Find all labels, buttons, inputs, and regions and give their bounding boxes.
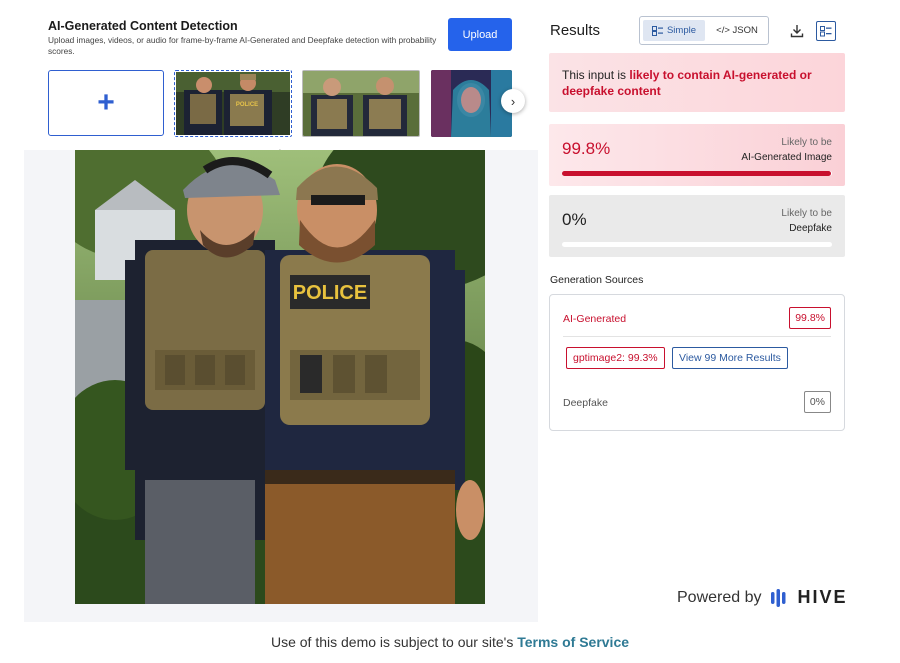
deepfake-score-label: Likely to be Deepfake <box>781 206 832 236</box>
detail-view-button[interactable] <box>816 21 836 41</box>
footer: Use of this demo is subject to our site'… <box>0 634 900 650</box>
ai-score-bar <box>562 171 832 176</box>
ai-score-card: 99.8% Likely to be AI-Generated Image <box>549 124 845 186</box>
ai-generated-badge: 99.8% <box>789 307 831 329</box>
ai-score-label-top: Likely to be <box>781 137 832 148</box>
thumbnail-image-2 <box>303 71 419 136</box>
thumbnail-selected[interactable]: POLICE <box>174 70 292 137</box>
verdict-banner: This input is likely to contain AI-gener… <box>549 53 845 112</box>
results-title: Results <box>550 22 601 39</box>
view-simple-label: Simple <box>666 25 697 36</box>
view-simple-button[interactable]: Simple <box>643 20 705 41</box>
thumbnail-portrait[interactable] <box>431 70 512 137</box>
preview-image: POLICE <box>75 150 485 604</box>
plus-icon: + <box>97 86 115 119</box>
add-media-button[interactable]: + <box>48 70 164 136</box>
deepfake-score-label-bottom: Deepfake <box>789 223 832 234</box>
upload-button[interactable]: Upload <box>448 18 512 51</box>
download-button[interactable] <box>787 21 807 41</box>
thumbnail-image-3 <box>431 70 512 137</box>
page-subtitle: Upload images, videos, or audio for fram… <box>48 35 437 56</box>
view-json-button[interactable]: </> JSON <box>708 20 766 41</box>
ai-score-label-bottom: AI-Generated Image <box>741 152 832 163</box>
preview-illustration: POLICE <box>75 150 485 604</box>
hive-logo-icon <box>770 588 785 607</box>
view-json-label: </> JSON <box>716 25 758 36</box>
deepfake-score-label-top: Likely to be <box>781 208 832 219</box>
thumb-vest-text: POLICE <box>236 102 258 108</box>
footer-text: Use of this demo is subject to our site'… <box>270 634 518 650</box>
verdict-prefix: This input is <box>562 68 630 82</box>
generation-sources-title: Generation Sources <box>550 274 644 286</box>
hive-logo-text: HIVE <box>797 587 848 607</box>
next-thumbnail-button[interactable]: › <box>501 89 525 113</box>
ai-generated-label: AI-Generated <box>563 313 627 325</box>
ai-score-label: Likely to be AI-Generated Image <box>741 135 832 165</box>
powered-by[interactable]: Powered by HIVE <box>677 587 848 608</box>
divider <box>563 336 831 337</box>
thumbnail-alt[interactable] <box>302 70 420 137</box>
view-toggle: Simple </> JSON <box>639 16 769 45</box>
generation-sources-panel: AI-Generated 99.8% gptimage2: 99.3% View… <box>549 294 845 431</box>
thumbnail-image: POLICE <box>176 72 290 135</box>
deepfake-score-bar <box>562 242 832 247</box>
deepfake-badge: 0% <box>803 391 831 413</box>
deepfake-score-value: 0% <box>562 210 587 229</box>
list-icon <box>651 25 663 36</box>
deepfake-label: Deepfake <box>563 397 608 409</box>
powered-by-text: Powered by <box>677 588 762 606</box>
upload-panel: AI-Generated Content Detection Upload im… <box>24 0 538 622</box>
upload-header: AI-Generated Content Detection Upload im… <box>24 0 538 150</box>
view-more-results-button[interactable]: View 99 More Results <box>672 347 788 369</box>
model-chip[interactable]: gptimage2: 99.3% <box>566 347 665 369</box>
vest-text: POLICE <box>293 282 367 304</box>
thumbnail-strip: + POLICE <box>48 70 512 137</box>
terms-of-service-link[interactable]: Terms of Service <box>517 634 629 650</box>
download-icon <box>790 25 804 38</box>
ai-score-value: 99.8% <box>562 139 611 158</box>
detail-list-icon <box>820 25 832 36</box>
deepfake-score-card: 0% Likely to be Deepfake <box>549 195 845 257</box>
ai-score-bar-fill <box>562 171 832 176</box>
chevron-right-icon: › <box>510 93 516 109</box>
page-title: AI-Generated Content Detection <box>48 19 238 33</box>
